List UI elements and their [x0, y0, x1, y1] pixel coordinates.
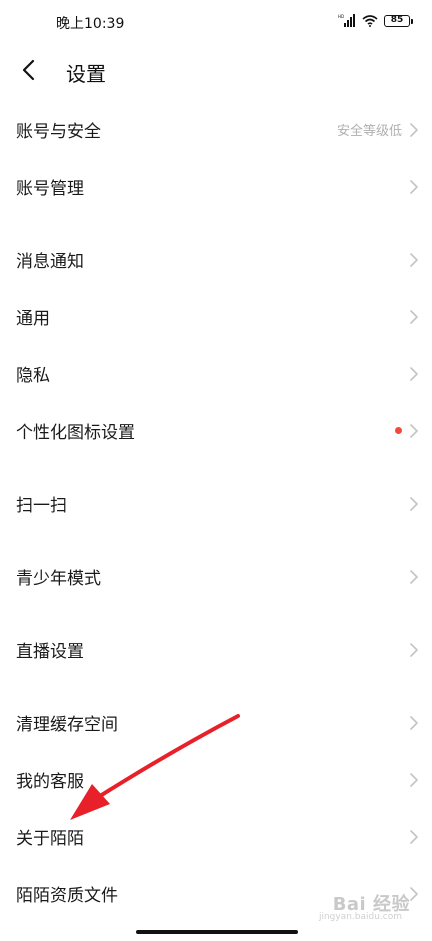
settings-list: 账号与安全 安全等级低 账号管理 消息通知 通用 隐私 个性化图标设置 扫一扫 …: [0, 101, 432, 922]
chevron-right-icon: [410, 179, 418, 194]
status-icons: HD 85: [338, 14, 413, 27]
chevron-right-icon: [410, 715, 418, 730]
svg-text:HD: HD: [338, 14, 344, 19]
header: 设置: [0, 46, 432, 96]
item-right: 安全等级低: [337, 120, 418, 139]
item-label: 青少年模式: [16, 569, 101, 589]
item-label: 扫一扫: [16, 496, 67, 516]
chevron-right-icon: [410, 366, 418, 381]
chevron-right-icon: [410, 569, 418, 584]
item-label: 关于陌陌: [16, 829, 84, 849]
settings-item-account-security[interactable]: 账号与安全 安全等级低: [0, 101, 432, 158]
chevron-right-icon: [410, 496, 418, 511]
settings-item-live-settings[interactable]: 直播设置: [0, 621, 432, 678]
item-label: 个性化图标设置: [16, 423, 135, 443]
chevron-right-icon: [410, 309, 418, 324]
chevron-right-icon: [410, 829, 418, 844]
item-label: 直播设置: [16, 642, 84, 662]
status-time: 晚上10:39: [56, 16, 125, 32]
baidu-watermark-url: jingyan.baidu.com: [318, 912, 402, 922]
item-right: [410, 886, 418, 901]
chevron-right-icon: [410, 886, 418, 901]
settings-item-account-management[interactable]: 账号管理: [0, 158, 432, 215]
item-right: [410, 309, 418, 324]
item-label: 消息通知: [16, 252, 84, 272]
settings-item-custom-icon[interactable]: 个性化图标设置: [0, 402, 432, 459]
settings-item-customer-service[interactable]: 我的客服: [0, 751, 432, 808]
chevron-left-icon: [22, 59, 35, 81]
item-right: [410, 642, 418, 657]
settings-item-teen-mode[interactable]: 青少年模式: [0, 548, 432, 605]
item-label: 陌陌资质文件: [16, 886, 118, 906]
item-right: [410, 569, 418, 584]
battery-icon: 85: [384, 14, 413, 27]
new-badge-dot: [395, 427, 402, 434]
item-right: [410, 179, 418, 194]
status-bar: 晚上10:39 HD 85: [0, 0, 432, 46]
back-button[interactable]: [10, 52, 46, 88]
settings-item-notifications[interactable]: 消息通知: [0, 231, 432, 288]
settings-item-privacy[interactable]: 隐私: [0, 345, 432, 402]
chevron-right-icon: [410, 252, 418, 267]
chevron-right-icon: [410, 423, 418, 438]
signal-icon: HD: [338, 14, 355, 27]
item-right: [410, 496, 418, 511]
item-label: 隐私: [16, 366, 50, 386]
item-right: [410, 829, 418, 844]
item-right: [395, 423, 418, 438]
settings-item-clear-cache[interactable]: 清理缓存空间: [0, 694, 432, 751]
settings-item-general[interactable]: 通用: [0, 288, 432, 345]
security-level-value: 安全等级低: [336, 124, 402, 139]
chevron-right-icon: [410, 642, 418, 657]
item-label: 通用: [16, 309, 50, 329]
chevron-right-icon: [410, 772, 418, 787]
settings-item-scan[interactable]: 扫一扫: [0, 475, 432, 532]
item-label: 清理缓存空间: [16, 715, 118, 735]
item-right: [410, 772, 418, 787]
battery-level: 85: [390, 15, 404, 25]
wifi-icon: [362, 14, 378, 27]
item-right: [410, 366, 418, 381]
item-label: 我的客服: [16, 772, 84, 792]
chevron-right-icon: [410, 122, 418, 137]
page-title: 设置: [66, 62, 106, 86]
item-right: [410, 715, 418, 730]
home-indicator[interactable]: [136, 930, 298, 934]
item-right: [410, 252, 418, 267]
item-label: 账号与安全: [16, 122, 101, 142]
item-label: 账号管理: [16, 179, 84, 199]
settings-item-about-momo[interactable]: 关于陌陌: [0, 808, 432, 865]
